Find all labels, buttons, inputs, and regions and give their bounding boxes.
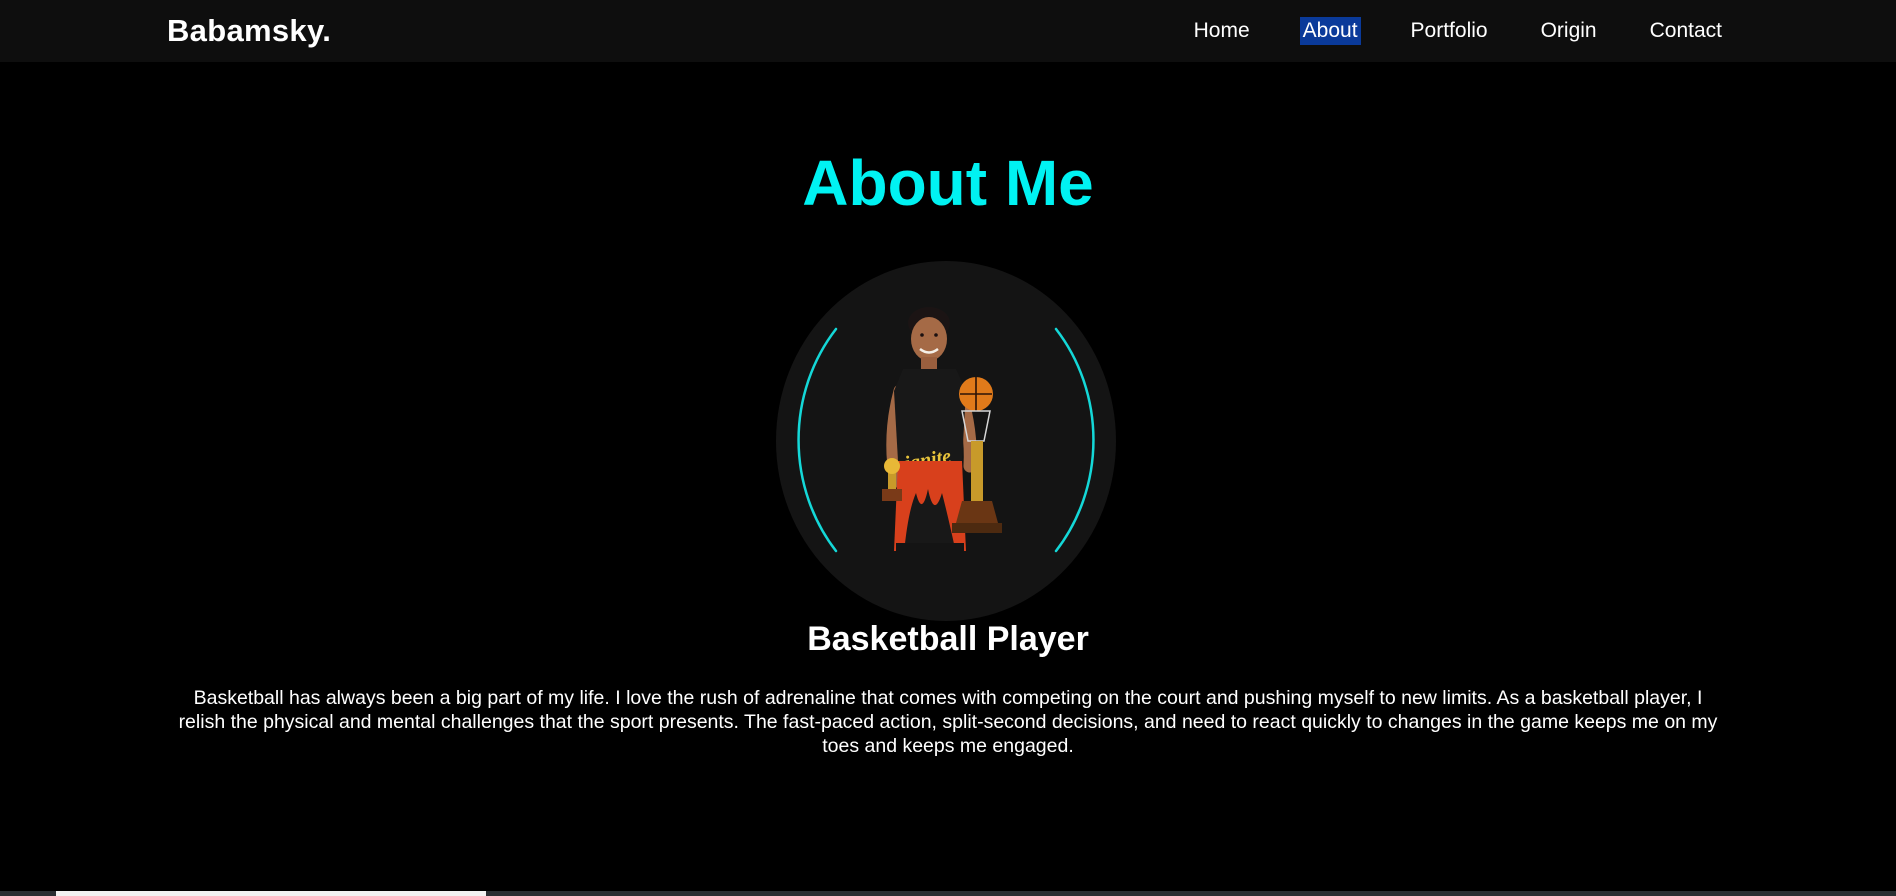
- page-title: About Me: [802, 147, 1094, 219]
- navbar: Babamsky. Home About Portfolio Origin Co…: [0, 0, 1896, 62]
- nav-link-origin[interactable]: Origin: [1538, 17, 1600, 45]
- horizontal-scrollbar-thumb[interactable]: [56, 891, 486, 896]
- nav-link-contact[interactable]: Contact: [1647, 17, 1725, 45]
- nav-link-about[interactable]: About: [1299, 17, 1361, 45]
- player-photo-icon: ignite: [882, 307, 1002, 581]
- nav-link-home[interactable]: Home: [1191, 17, 1253, 45]
- site-logo[interactable]: Babamsky.: [167, 13, 331, 49]
- profile-avatar: ignite: [776, 261, 1116, 621]
- about-description: Basketball has always been a big part of…: [178, 687, 1718, 757]
- nav-link-portfolio[interactable]: Portfolio: [1408, 17, 1491, 45]
- nav-menu: Home About Portfolio Origin Contact: [1144, 17, 1725, 45]
- role-title: Basketball Player: [807, 620, 1089, 658]
